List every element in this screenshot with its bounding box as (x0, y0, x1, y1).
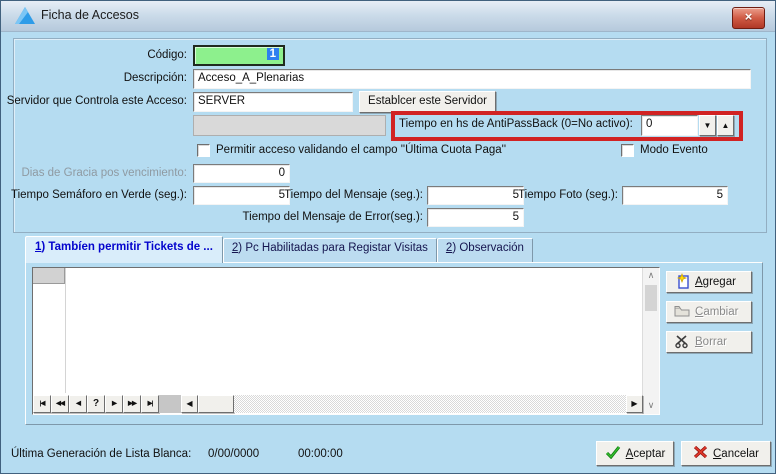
permitir-acceso-checkbox-label: Permitir acceso validando el campo ''Últ… (216, 144, 506, 156)
modo-evento-checkbox[interactable] (621, 144, 634, 157)
tab-pc-habilitadas[interactable]: 2) Pc Habilitadas para Registar Visitas (223, 238, 437, 263)
nav-last-button[interactable]: ▶| (141, 395, 159, 413)
new-page-icon (674, 273, 690, 292)
cambiar-button[interactable]: Cambiar (666, 301, 752, 323)
list-bottom-bar: |◀ ◀◀ ◀ ? ▶ ▶▶ ▶| ◀ ▶ (33, 395, 643, 414)
window-title: Ficha de Accesos (41, 8, 139, 22)
grid-column-divider (65, 268, 66, 393)
aceptar-button[interactable]: Aceptar (596, 441, 674, 466)
cancelar-button[interactable]: Cancelar (681, 441, 771, 466)
scroll-down-button[interactable]: ∨ (643, 398, 659, 414)
dias-gracia-field[interactable]: 0 (193, 164, 290, 183)
disabled-field (193, 115, 386, 136)
lista-blanca-time: 00:00:00 (298, 448, 343, 460)
horizontal-scroll-track[interactable] (234, 395, 626, 413)
check-icon (605, 445, 621, 462)
navigator-filler (159, 395, 181, 413)
modo-evento-checkbox-label: Modo Evento (640, 144, 708, 156)
scroll-up-button[interactable]: ∧ (643, 268, 659, 284)
nav-next-button[interactable]: ▶ (105, 395, 123, 413)
nav-prior-button[interactable]: ◀ (69, 395, 87, 413)
antipassback-field[interactable]: 0 (641, 115, 698, 136)
lista-blanca-date: 0/00/0000 (208, 448, 259, 460)
scissors-icon (674, 333, 690, 352)
tab-observacion[interactable]: 2) Observación (437, 238, 533, 263)
agregar-button[interactable]: Agregar (666, 271, 752, 293)
grid-corner-cell[interactable] (33, 268, 65, 284)
mensaje-error-label: Tiempo del Mensaje de Error(seg.): (155, 211, 423, 223)
tickets-list[interactable]: ∧ ∨ |◀ ◀◀ ◀ ? ▶ ▶▶ ▶| ◀ ▶ (32, 267, 660, 415)
descripcion-field[interactable]: Acceso_A_Plenarias (193, 69, 751, 89)
close-button[interactable]: × (732, 7, 765, 29)
spin-down-button[interactable]: ▼ (699, 115, 716, 136)
scroll-left-button[interactable]: ◀ (181, 395, 198, 413)
permitir-acceso-checkbox[interactable] (197, 144, 210, 157)
nav-search-button[interactable]: ? (87, 395, 105, 413)
foto-label: Tiempo Foto (seg.): (441, 189, 618, 201)
codigo-label: Código: (1, 49, 187, 61)
tab-bar: 1) Tambíen permitir Tickets de ... 2) Pc… (25, 239, 533, 263)
servidor-label: Servidor que Controla este Acceso: (1, 95, 187, 107)
antipassback-label: Tiempo en hs de AntiPassBack (0=No activ… (399, 118, 633, 130)
scroll-right-button[interactable]: ▶ (626, 395, 643, 413)
folder-icon (674, 303, 690, 322)
servidor-field[interactable]: SERVER (193, 92, 353, 112)
establecer-servidor-button[interactable]: Establcer este Servidor (359, 91, 496, 113)
vertical-scrollbar[interactable]: ∧ ∨ (642, 268, 659, 414)
mensaje-error-field[interactable]: 5 (427, 208, 524, 227)
codigo-field[interactable]: 1 (193, 45, 285, 66)
title-bar[interactable]: Ficha de Accesos × (1, 1, 775, 32)
dias-gracia-label: Dias de Gracia pos vencimiento: (1, 167, 187, 179)
foto-field[interactable]: 5 (622, 186, 728, 205)
ficha-de-accesos-dialog: Ficha de Accesos × Código: 1 Descripción… (0, 0, 776, 474)
nav-next-page-button[interactable]: ▶▶ (123, 395, 141, 413)
nav-first-button[interactable]: |◀ (33, 395, 51, 413)
nav-prior-page-button[interactable]: ◀◀ (51, 395, 69, 413)
lista-blanca-label: Última Generación de Lista Blanca: (11, 448, 191, 460)
codigo-selected-value: 1 (267, 48, 279, 60)
vertical-scroll-thumb[interactable] (645, 285, 657, 311)
mensaje-label: Tiempo del Mensaje (seg.): (237, 189, 423, 201)
descripcion-label: Descripción: (1, 72, 187, 84)
app-logo-icon (14, 6, 36, 26)
spin-up-button[interactable]: ▲ (717, 115, 734, 136)
semaforo-label: Tiempo Semáforo en Verde (seg.): (1, 189, 187, 201)
red-x-icon (693, 445, 708, 462)
borrar-button[interactable]: Borrar (666, 331, 752, 353)
horizontal-scroll-thumb[interactable] (198, 395, 234, 413)
tab-tickets[interactable]: 1) Tambíen permitir Tickets de ... (25, 236, 223, 263)
